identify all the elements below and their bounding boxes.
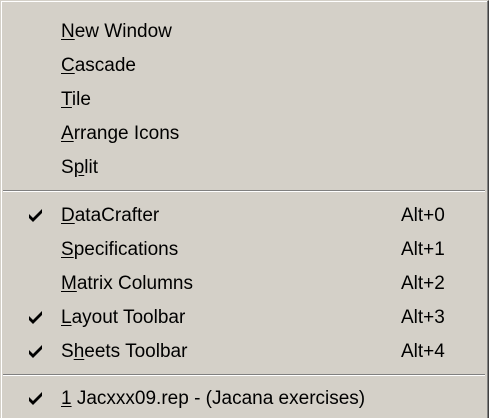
menu-item-shortcut: Alt+3 bbox=[401, 307, 445, 328]
menu-item-shortcut: Alt+4 bbox=[401, 341, 445, 362]
check-mark-icon bbox=[27, 306, 47, 328]
menu-item-label: Split bbox=[61, 157, 98, 178]
menu-item-specifications[interactable]: Specifications Alt+1 bbox=[3, 233, 485, 267]
menu-separator bbox=[3, 374, 485, 376]
check-mark-icon bbox=[27, 387, 47, 409]
menu-item-cascade[interactable]: Cascade bbox=[3, 49, 485, 83]
menu-separator bbox=[3, 190, 485, 192]
menu-item-split[interactable]: Split bbox=[3, 151, 485, 185]
menu-item-label: Matrix Columns bbox=[61, 273, 193, 294]
menu-item-shortcut: Alt+1 bbox=[401, 239, 445, 260]
menu-item-datacrafter[interactable]: DataCrafter Alt+0 bbox=[3, 199, 485, 233]
menu-item-layout-toolbar[interactable]: Layout Toolbar Alt+3 bbox=[3, 301, 485, 335]
menu-item-label: New Window bbox=[61, 21, 172, 42]
menu-item-label: 1 Jacxxx09.rep - (Jacana exercises) bbox=[61, 388, 366, 409]
menu-item-new-window[interactable]: New Window bbox=[3, 15, 485, 49]
menu-item-matrix-columns[interactable]: Matrix Columns Alt+2 bbox=[3, 267, 485, 301]
menu-item-label: Tile bbox=[61, 89, 91, 110]
menu-item-label: Sheets Toolbar bbox=[61, 341, 188, 362]
window-menu: New Window Cascade Tile Arrange Icons Sp… bbox=[0, 0, 489, 418]
check-mark-icon bbox=[27, 340, 47, 362]
menu-item-shortcut: Alt+0 bbox=[401, 205, 445, 226]
menu-item-tile[interactable]: Tile bbox=[3, 83, 485, 117]
menu-item-shortcut: Alt+2 bbox=[401, 273, 445, 294]
menu-item-label: Arrange Icons bbox=[61, 123, 180, 144]
menu-item-sheets-toolbar[interactable]: Sheets Toolbar Alt+4 bbox=[3, 335, 485, 369]
check-mark-icon bbox=[27, 204, 47, 226]
menu-item-label: Layout Toolbar bbox=[61, 307, 186, 328]
menu-item-label: Cascade bbox=[61, 55, 137, 76]
menu-item-arrange-icons[interactable]: Arrange Icons bbox=[3, 117, 485, 151]
menu-item-open-window-1[interactable]: 1 Jacxxx09.rep - (Jacana exercises) bbox=[3, 382, 485, 416]
menu-item-label: DataCrafter bbox=[61, 205, 160, 226]
menu-item-label: Specifications bbox=[61, 239, 179, 260]
